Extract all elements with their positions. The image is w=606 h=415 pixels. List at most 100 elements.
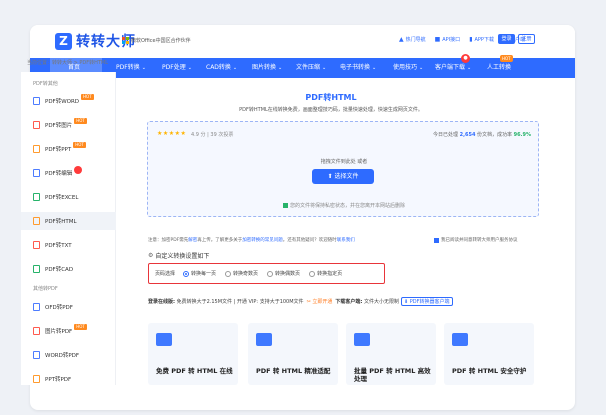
ppt-icon [33, 375, 40, 383]
page-selection-label: 页码选择 [155, 271, 176, 277]
upload-area[interactable]: ★★★★★ 4.9 分 | 39 次投票 今日已处理 2,654 份文档，成功率… [147, 121, 539, 217]
upgrade-link[interactable]: ✂ 立即开通 [307, 298, 333, 305]
word-icon [33, 351, 40, 359]
nav-item-compress[interactable]: 文件压缩 ⌄ [296, 58, 326, 78]
feature-card-title: PDF 转 HTML 精准适配 [256, 367, 331, 375]
location-pin-icon [74, 166, 83, 174]
chevron-down-icon: ⌄ [467, 65, 472, 71]
page-selection-options: 页码选择 转换每一页 转换奇数页 转换偶数页 转换指定页 [148, 263, 385, 284]
chevron-down-icon: ⌄ [322, 65, 327, 71]
top-link-hot-nav[interactable]: ▲ 热门导航 [399, 36, 426, 43]
chevron-down-icon: ⌄ [187, 65, 192, 71]
feature-card[interactable]: PDF 转 HTML 精准适配 [248, 323, 338, 385]
sidebar-item-pdf-word[interactable]: PDF转WORD HOT [21, 92, 116, 110]
shield-icon [452, 333, 468, 346]
chevron-down-icon: ⌄ [141, 65, 146, 71]
image-icon [33, 327, 40, 335]
excel-icon [33, 193, 40, 201]
radio-icon [225, 270, 232, 277]
feature-card[interactable]: 批量 PDF 转 HTML 高效处理 [346, 323, 436, 385]
hot-badge: HOT [500, 55, 513, 62]
nav-item-pdf-process[interactable]: PDF处理 ⌄ [162, 58, 192, 78]
ppt-icon [33, 145, 40, 153]
gear-icon: ⚙ [148, 252, 154, 259]
chevron-down-icon: ⌄ [419, 65, 424, 71]
feature-card-title: 免费 PDF 转 HTML 在线 [156, 367, 233, 375]
rating-stars: ★★★★★ [157, 130, 187, 137]
sidebar-item-pdf-txt[interactable]: PDF转TXT [21, 236, 116, 254]
sidebar-item-ppt-pdf[interactable]: PPT转PDF [21, 370, 116, 388]
contact-link[interactable]: 联系我们 [337, 238, 355, 243]
client-download-button[interactable]: ⬇ PDF转换器客户端 [400, 297, 453, 306]
radio-all-pages[interactable]: 转换每一页 [183, 270, 216, 277]
sidebar-item-pdf-image[interactable]: PDF转图片 HOT [21, 116, 116, 134]
feature-card-title: PDF 转 HTML 安全守护 [452, 367, 527, 375]
radio-even-pages[interactable]: 转换偶数页 [267, 270, 300, 277]
feature-card-title: 批量 PDF 转 HTML 高效处理 [354, 367, 431, 383]
radio-specific-pages[interactable]: 转换指定页 [309, 270, 342, 277]
top-link-app[interactable]: ▮ APP下载 [469, 36, 494, 43]
sidebar-category: 其他转PDF [33, 286, 58, 292]
partner-badge: 微软Office中国区合作伙伴 [122, 37, 191, 44]
nav-item-ebook[interactable]: 电子书转换 ⌄ [340, 58, 376, 78]
sidebar-category: PDF转其他 [33, 81, 58, 87]
sidebar-item-pdf-html[interactable]: PDF转HTML [21, 212, 116, 230]
puzzle-icon [354, 333, 370, 346]
breadcrumb: 当前位置：转转大师 > PDF转HTML [27, 60, 109, 66]
rating-text: 4.9 分 | 39 次投票 [191, 132, 234, 138]
nav-item-image[interactable]: 图片转换 ⌄ [252, 58, 282, 78]
radio-icon [267, 270, 274, 277]
flame-icon: ▲ [398, 36, 404, 43]
select-file-button[interactable]: ⬆ 选择文件 [312, 169, 374, 184]
sidebar-item-image-pdf[interactable]: 图片转PDF HOT [21, 322, 116, 340]
screen-icon [256, 333, 272, 346]
nav-item-pdf-convert[interactable]: PDF转换 ⌄ [116, 58, 146, 78]
monitor-icon [156, 333, 172, 346]
page-title: PDF转HTML [305, 93, 357, 102]
api-icon: ■ [434, 36, 441, 43]
shield-check-icon [282, 203, 288, 208]
chevron-down-icon: ⌄ [278, 65, 283, 71]
radio-odd-pages[interactable]: 转换奇数页 [225, 270, 258, 277]
sidebar-item-word-pdf[interactable]: WORD转PDF [21, 346, 116, 364]
sidebar-item-pdf-edit[interactable]: PDF转编辑 [21, 164, 116, 182]
feature-card[interactable]: PDF 转 HTML 安全守护 [444, 323, 534, 385]
login-button[interactable]: 登录 [498, 34, 515, 44]
custom-settings-title: ⚙ 自定义转换设置如下 [148, 252, 210, 260]
cad-icon [33, 265, 40, 273]
radio-icon [183, 270, 190, 277]
sidebar: PDF转其他 PDF转WORD HOT PDF转图片 HOT PDF转PPT HOT … [21, 72, 116, 385]
sidebar-item-ofd-pdf[interactable]: OFD转PDF [21, 298, 116, 316]
location-pin-icon: ● [461, 54, 470, 63]
sidebar-item-pdf-excel[interactable]: PDF转EXCEL [21, 188, 116, 206]
edit-icon [33, 169, 40, 177]
logo-icon: Z [55, 32, 72, 50]
page-description: PDF转HTML在线转换免费，画面整理技巧码，批量快速处理，快速生成网页文件。 [239, 107, 423, 113]
checkbox-icon [434, 237, 439, 243]
privacy-note: 您的文件将保持私密状态，并在您离开本网站后删除 [148, 202, 540, 209]
ofd-icon [33, 303, 40, 311]
stats-text: 今日已处理 2,654 份文档，成功率 96.9% [433, 132, 531, 138]
nav-item-tips[interactable]: 使用技巧 ⌄ [393, 58, 423, 78]
decrypt-link[interactable]: 解密 [188, 238, 197, 243]
image-icon [33, 121, 40, 129]
chevron-down-icon: ⌄ [372, 65, 377, 71]
sidebar-item-pdf-ppt[interactable]: PDF转PPT HOT [21, 140, 116, 158]
chevron-down-icon: ⌄ [232, 65, 238, 71]
register-button[interactable]: 注册 [518, 34, 535, 44]
faq-link[interactable]: 加密转换的常见问题 [242, 238, 283, 243]
agreement-checkbox[interactable]: 我已阅读并同意转转大师用户服务协议 [434, 237, 518, 243]
partner-text: 微软Office中国区合作伙伴 [131, 38, 191, 44]
sidebar-item-pdf-cad[interactable]: PDF转CAD [21, 260, 116, 278]
feature-card[interactable]: 免费 PDF 转 HTML 在线 [148, 323, 238, 385]
radio-icon [309, 270, 316, 277]
drag-tip: 拖拽文件到此处 或者 [320, 159, 368, 165]
notice-text: 注意：加密PDF需先解密再上传。了解更多关于加密转换的常见问题。还有其他疑问？欢… [148, 238, 355, 243]
txt-icon [33, 241, 40, 249]
microsoft-icon [122, 37, 129, 44]
limit-bar: 登录在线版: 免费转换大于2.15M文件 | 开通 VIP: 支持大于100M文… [148, 297, 540, 306]
nav-item-cad[interactable]: CAD转换 ⌄ [206, 58, 237, 78]
document-icon [33, 97, 40, 105]
top-header: Z 转转大师 微软Office中国区合作伙伴 ▲ 热门导航 ■ API接口 ▮ APP… [30, 25, 575, 57]
top-link-api[interactable]: ■ API接口 [435, 36, 461, 43]
